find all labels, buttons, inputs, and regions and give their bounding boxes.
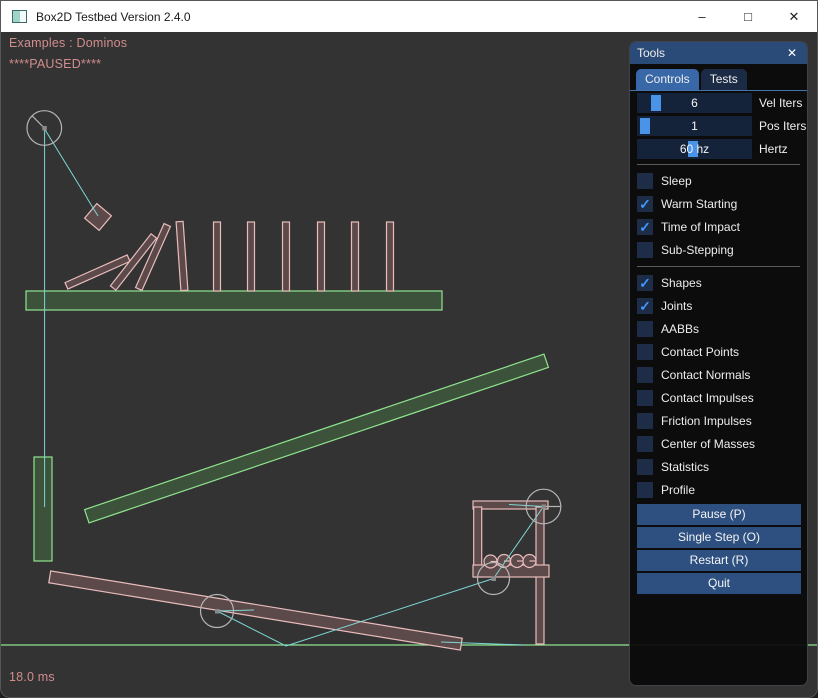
checkbox-box[interactable]: ✓ [637, 459, 653, 475]
frame-time-label: 18.0 ms [9, 670, 55, 684]
single-step-button[interactable]: Single Step (O) [637, 527, 801, 548]
domino-platform [26, 291, 442, 310]
domino [214, 222, 221, 291]
checkbox-box[interactable]: ✓ [637, 482, 653, 498]
checkbox-box[interactable]: ✓ [637, 219, 653, 235]
domino [176, 221, 188, 290]
vertical-static-box [34, 457, 52, 561]
checkbox-contact-points[interactable]: ✓ Contact Points [637, 340, 800, 363]
checkbox-box[interactable]: ✓ [637, 275, 653, 291]
hertz-label: Hertz [759, 142, 788, 156]
vel-iters-value: 6 [637, 93, 752, 113]
checkbox-statistics[interactable]: ✓ Statistics [637, 455, 800, 478]
pause-button[interactable]: Pause (P) [637, 504, 801, 525]
seesaw-plank [49, 571, 462, 650]
checkbox-box[interactable]: ✓ [637, 367, 653, 383]
checkbox-friction-impulses[interactable]: ✓ Friction Impulses [637, 409, 800, 432]
separator [637, 266, 800, 267]
pos-iters-slider[interactable]: 1 [637, 116, 752, 136]
frame-shelf [473, 565, 549, 577]
tools-panel: Tools ✕ Controls Tests 6 Vel Iters 1 Pos [629, 41, 808, 686]
panel-close-icon[interactable]: ✕ [784, 46, 800, 60]
paused-label: ****PAUSED**** [9, 57, 101, 71]
tab-controls[interactable]: Controls [636, 69, 699, 90]
checkbox-box[interactable]: ✓ [637, 196, 653, 212]
checkbox-box[interactable]: ✓ [637, 242, 653, 258]
checkbox-center-of-masses[interactable]: ✓ Center of Masses [637, 432, 800, 455]
tab-tests[interactable]: Tests [701, 69, 747, 90]
slanted-ramp [85, 354, 549, 523]
maximize-icon[interactable]: □ [725, 1, 771, 32]
tab-bar: Controls Tests [630, 64, 807, 91]
window-titlebar[interactable]: Box2D Testbed Version 2.4.0 – □ ✕ [1, 1, 817, 32]
checkbox-time-of-impact[interactable]: ✓ Time of Impact [637, 215, 800, 238]
domino [318, 222, 325, 291]
check-icon: ✓ [639, 298, 651, 314]
vel-iters-slider[interactable]: 6 [637, 93, 752, 113]
center-markers-group [42, 126, 546, 614]
hertz-slider[interactable]: 60 hz [637, 139, 752, 159]
checkbox-box[interactable]: ✓ [637, 173, 653, 189]
check-icon: ✓ [639, 275, 651, 291]
checkbox-box[interactable]: ✓ [637, 436, 653, 452]
check-icon: ✓ [639, 196, 651, 212]
checkbox-profile[interactable]: ✓ Profile [637, 478, 800, 501]
checkbox-shapes[interactable]: ✓ Shapes [637, 271, 800, 294]
vel-iters-label: Vel Iters [759, 96, 802, 110]
hertz-value: 60 hz [637, 139, 752, 159]
checkbox-box[interactable]: ✓ [637, 390, 653, 406]
window-title: Box2D Testbed Version 2.4.0 [36, 10, 191, 24]
domino [248, 222, 255, 291]
pos-iters-value: 1 [637, 116, 752, 136]
dynamic-bodies-group [49, 204, 549, 650]
separator [637, 164, 800, 165]
example-label: Examples : Dominos [9, 36, 127, 50]
checkbox-box[interactable]: ✓ [637, 413, 653, 429]
checkbox-box[interactable]: ✓ [637, 344, 653, 360]
checkbox-sleep[interactable]: ✓ Sleep [637, 169, 800, 192]
restart-button[interactable]: Restart (R) [637, 550, 801, 571]
domino [283, 222, 290, 291]
app-window: Box2D Testbed Version 2.4.0 – □ ✕ [0, 0, 818, 698]
joint-line [45, 129, 98, 216]
checkbox-sub-stepping[interactable]: ✓ Sub-Stepping [637, 238, 800, 261]
close-icon[interactable]: ✕ [771, 1, 817, 32]
checkbox-aabbs[interactable]: ✓ AABBs [637, 317, 800, 340]
domino [352, 222, 359, 291]
minimize-icon[interactable]: – [679, 1, 725, 32]
quit-button[interactable]: Quit [637, 573, 801, 594]
domino [387, 222, 394, 291]
check-icon: ✓ [639, 219, 651, 235]
checkbox-warm-starting[interactable]: ✓ Warm Starting [637, 192, 800, 215]
checkbox-box[interactable]: ✓ [637, 321, 653, 337]
pos-iters-label: Pos Iters [759, 119, 806, 133]
checkbox-box[interactable]: ✓ [637, 298, 653, 314]
app-icon [12, 10, 27, 23]
tools-panel-titlebar[interactable]: Tools ✕ [630, 42, 807, 64]
checkbox-contact-impulses[interactable]: ✓ Contact Impulses [637, 386, 800, 409]
checkbox-contact-normals[interactable]: ✓ Contact Normals [637, 363, 800, 386]
tools-panel-title: Tools [637, 46, 784, 60]
checkbox-joints[interactable]: ✓ Joints [637, 294, 800, 317]
pendulum-square [85, 204, 112, 231]
